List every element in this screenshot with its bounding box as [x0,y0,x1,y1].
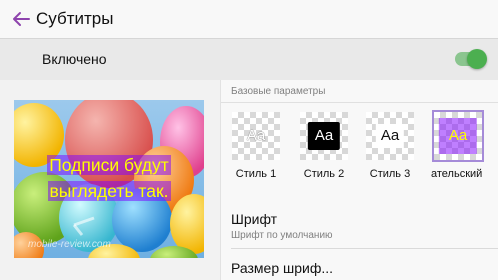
style-option-1[interactable]: Aa Стиль 1 [229,112,283,180]
divider [231,248,498,249]
style-thumbnail: Aa [366,112,414,160]
style-sample: Aa [246,127,266,144]
style-sample: Aa [375,124,405,148]
font-setting-title: Шрифт [231,211,278,227]
subtitle-caption: Подписи будут выглядеть так. [14,152,204,204]
arrow-left-icon[interactable] [10,8,32,30]
style-thumbnail: Aa [432,110,484,162]
watermark: mobile-review.com [28,239,111,250]
settings-panel: Базовые параметры Aa Стиль 1 Aa Стиль 2 … [221,80,498,280]
style-option-3[interactable]: Aa Стиль 3 [363,112,417,180]
divider [221,102,498,103]
page-title: Субтитры [36,9,114,28]
caption-line-2: выглядеть так. [47,181,171,201]
style-label: Стиль 2 [303,168,345,180]
font-setting-value: Шрифт по умолчанию [231,230,333,241]
style-thumbnail: Aa [300,112,348,160]
style-option-custom[interactable]: Aa ательский [431,110,485,180]
section-header: Базовые параметры [231,86,326,97]
style-option-2[interactable]: Aa Стиль 2 [297,112,351,180]
enabled-toggle[interactable] [455,49,487,69]
style-thumbnail: Aa [232,112,280,160]
style-label: Стиль 3 [369,168,411,180]
caption-line-1: Подписи будут [47,155,171,175]
toggle-knob [467,49,487,69]
switch-label: Включено [42,51,107,67]
font-size-setting[interactable]: Размер шриф... [231,260,333,276]
style-sample: Aa [438,118,478,154]
app-bar: Субтитры [0,0,498,40]
preview-panel: Подписи будут выглядеть так. mobile-revi… [0,80,220,280]
style-label: ательский [431,168,483,180]
font-setting[interactable]: Шрифт Шрифт по умолчанию [231,211,491,241]
subtitle-preview: Подписи будут выглядеть так. mobile-revi… [14,100,204,258]
master-switch-row[interactable]: Включено [0,39,498,80]
style-label: Стиль 1 [235,168,277,180]
style-sample: Aa [307,122,341,150]
